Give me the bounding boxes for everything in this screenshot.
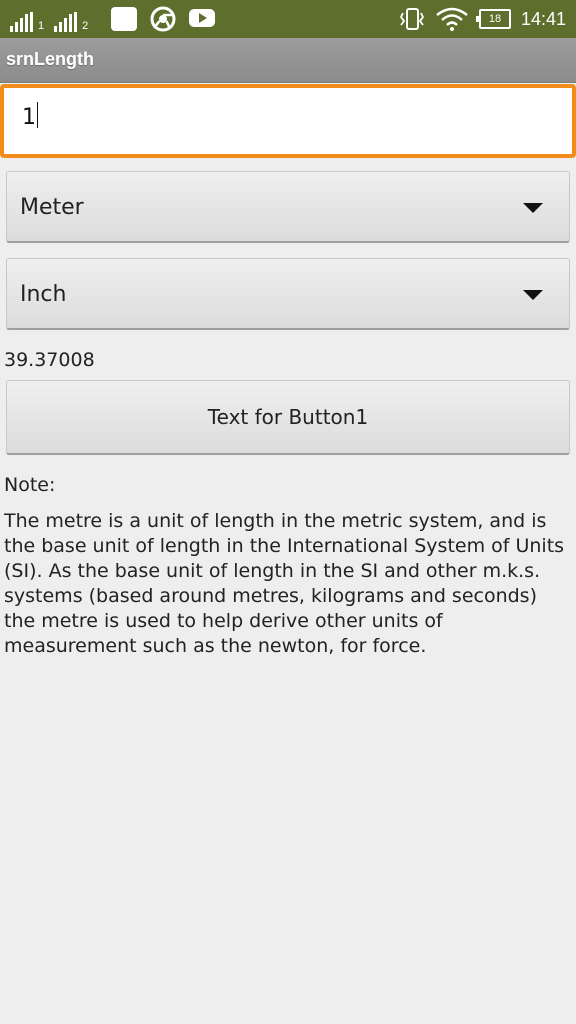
sim1-label: 1: [38, 20, 45, 32]
convert-button[interactable]: Text for Button1: [6, 380, 570, 455]
signal-icon: [54, 12, 78, 32]
gallery-icon: [111, 7, 137, 31]
note-text: The metre is a unit of length in the met…: [4, 510, 565, 657]
length-input-value: 1: [22, 102, 38, 130]
dropdown-arrow-icon: [523, 290, 543, 300]
status-right: 18 14:41: [399, 0, 566, 38]
status-bar: 1 2 18 14:41: [0, 0, 576, 38]
length-input[interactable]: 1: [0, 84, 576, 158]
status-left: 1 2: [10, 6, 96, 32]
to-unit-selected: Inch: [20, 282, 67, 307]
title-bar: srnLength: [0, 38, 576, 83]
dropdown-arrow-icon: [523, 203, 543, 213]
sim2-label: 2: [82, 20, 89, 32]
app-title: srnLength: [6, 49, 94, 69]
result-label: 39.37008: [4, 349, 95, 371]
from-unit-selected: Meter: [20, 195, 84, 220]
battery-icon: 18: [475, 9, 511, 29]
youtube-icon: [189, 9, 215, 27]
signal-icon: [10, 12, 33, 32]
to-unit-spinner[interactable]: Inch: [6, 258, 570, 330]
chrome-icon: [150, 6, 176, 32]
wifi-icon: [436, 7, 468, 31]
vibrate-icon: [399, 8, 425, 30]
text-caret: [37, 102, 38, 128]
clock: 14:41: [520, 8, 566, 29]
note-label: Note:: [4, 474, 56, 496]
from-unit-spinner[interactable]: Meter: [6, 171, 570, 243]
